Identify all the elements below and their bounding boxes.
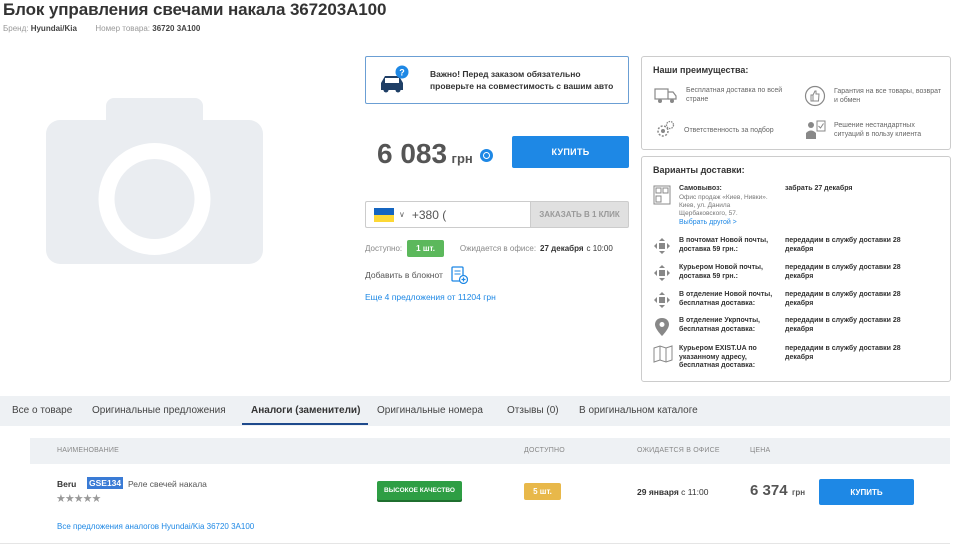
row-qty-badge: 5 шт.: [524, 483, 561, 500]
delivery-option: В почтомат Новой почты, доставка 59 грн.…: [653, 237, 943, 259]
col-available: ДОСТУПНО: [524, 447, 565, 454]
rating-stars: ★★★★★: [56, 493, 101, 505]
divider: [0, 543, 950, 544]
advantages-box: Наши преимущества: Бесплатная доставка п…: [641, 56, 951, 150]
tab-about[interactable]: Все о товаре: [12, 405, 72, 416]
brand-label: Бренд:: [3, 24, 29, 33]
more-offers-link[interactable]: Еще 4 предложения от 11204 грн: [365, 292, 496, 302]
available-qty-badge: 1 шт.: [407, 240, 444, 257]
move-arrows-icon: [654, 238, 670, 254]
delivery-truck-icon: [654, 88, 677, 103]
tab-original-offers[interactable]: Оригинальные предложения: [92, 405, 226, 416]
row-brand: Beru: [57, 479, 77, 489]
row-description[interactable]: Реле свечей накала: [128, 479, 207, 489]
page-title: Блок управления свечами накала 367203A10…: [3, 0, 387, 19]
camera-placeholder-icon: [46, 98, 263, 264]
notice-text: Важно! Перед заказом обязательно проверь…: [430, 69, 614, 91]
col-price: ЦЕНА: [750, 447, 771, 454]
table-header: НАИМЕНОВАНИЕ ДОСТУПНО ОЖИДАЕТСЯ В ОФИСЕ …: [30, 438, 950, 464]
chevron-down-icon[interactable]: ∨: [399, 210, 405, 219]
price-value: 6 083: [377, 138, 448, 169]
support-person-icon: [806, 120, 826, 139]
advantage-item: Бесплатная доставка по всей стране: [654, 85, 794, 105]
tab-bar: Все о товаре Оригинальные предложения Ан…: [0, 396, 950, 426]
delivery-option: Курьером EXIST.UA по указанному адресу, …: [653, 345, 943, 377]
phone-input-group[interactable]: ∨ +380 (: [365, 201, 530, 228]
number-label: Номер товара:: [95, 24, 151, 33]
order-one-click-button[interactable]: ЗАКАЗАТЬ В 1 КЛИК: [530, 201, 629, 228]
expected-date: 27 декабря: [540, 244, 584, 253]
advantage-item: Решение нестандартных ситуаций в пользу …: [804, 119, 944, 141]
choose-other-office-link[interactable]: Выбрать другой >: [679, 219, 779, 228]
buy-button[interactable]: КУПИТЬ: [512, 136, 629, 168]
price-info-icon[interactable]: [480, 149, 494, 162]
courier-map-icon: [653, 345, 673, 363]
tab-original-catalog[interactable]: В оригинальном каталоге: [579, 405, 698, 416]
notebook-add-icon[interactable]: [450, 266, 468, 284]
available-label: Доступно:: [365, 244, 403, 253]
phone-input[interactable]: +380 (: [412, 208, 446, 222]
delivery-option: В отделение Укрпочты, бесплатная доставк…: [653, 317, 943, 339]
store-icon: [653, 185, 671, 205]
move-arrows-icon: [654, 265, 670, 281]
notebook-label[interactable]: Добавить в блокнот: [365, 270, 443, 280]
expected-time: с 10:00: [586, 244, 613, 253]
tab-analogs[interactable]: Аналоги (заменители): [251, 405, 360, 416]
expected-label: Ожидается в офисе:: [459, 244, 537, 253]
thumbs-up-icon: [804, 85, 826, 107]
delivery-option-pickup: Самовывоз: Офис продаж «Киев, Нивки». Ки…: [653, 185, 943, 229]
price-currency: грн: [451, 151, 473, 166]
delivery-title: Варианты доставки:: [653, 165, 745, 175]
add-to-notebook[interactable]: Добавить в блокнот: [365, 266, 468, 284]
advantages-title: Наши преимущества:: [653, 65, 749, 75]
all-analogs-link[interactable]: Все предложения аналогов Hyundai/Kia 367…: [57, 522, 254, 531]
compatibility-notice: ? Важно! Перед заказом обязательно прове…: [365, 56, 629, 104]
row-buy-button[interactable]: КУПИТЬ: [819, 479, 914, 505]
map-pin-icon: [655, 318, 669, 336]
ukraine-flag-icon[interactable]: [374, 207, 394, 222]
advantage-item: Гарантия на все товары, возврат и обмен: [804, 85, 944, 107]
delivery-box: Варианты доставки: Самовывоз: Офис прода…: [641, 156, 951, 382]
tab-original-numbers[interactable]: Оригинальные номера: [377, 405, 483, 416]
car-question-icon: ?: [381, 65, 409, 93]
active-tab-indicator: [242, 423, 368, 425]
tab-reviews[interactable]: Отзывы (0): [507, 405, 559, 416]
product-meta: Бренд: Hyundai/Kia Номер товара: 36720 3…: [3, 24, 200, 33]
delivery-option: Курьером Новой почты, доставка 59 грн.: …: [653, 264, 943, 286]
advantage-item: Ответственность за подбор: [654, 119, 794, 141]
quality-badge: ВЫСОКОЕ КАЧЕСТВО: [377, 481, 462, 500]
svg-text:?: ?: [399, 68, 405, 78]
brand-value[interactable]: Hyundai/Kia: [31, 24, 77, 33]
col-expected: ОЖИДАЕТСЯ В ОФИСЕ: [637, 447, 720, 454]
move-arrows-icon: [654, 292, 670, 308]
row-expected: 29 января с 11:00: [637, 487, 709, 497]
number-value: 36720 3A100: [152, 24, 201, 33]
row-article-code[interactable]: GSE134: [87, 477, 124, 489]
delivery-option: В отделение Новой почты, бесплатная дост…: [653, 291, 943, 313]
price-display: 6 083 грн: [377, 138, 494, 170]
col-name: НАИМЕНОВАНИЕ: [57, 447, 120, 454]
availability-line: Доступно: 1 шт. Ожидается в офисе: 27 де…: [365, 240, 613, 257]
row-price: 6 374 грн: [750, 482, 806, 499]
gears-icon: [657, 120, 675, 137]
